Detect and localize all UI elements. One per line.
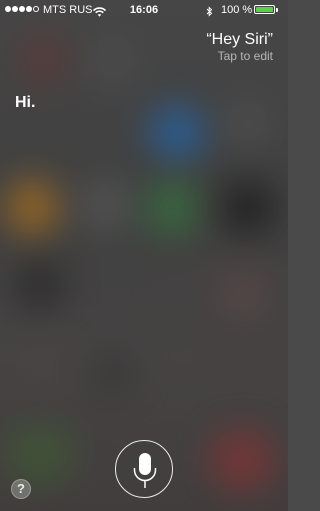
help-button[interactable]: ?	[11, 479, 31, 499]
microphone-icon	[133, 453, 157, 488]
status-bar: MTS RUS 16:06 100 %	[0, 0, 288, 20]
blurred-home-screen-background	[0, 0, 288, 511]
battery-icon	[254, 5, 278, 14]
microphone-button[interactable]	[115, 440, 173, 498]
user-utterance-text[interactable]: “Hey Siri”	[206, 30, 273, 49]
bluetooth-icon	[206, 4, 213, 24]
battery-level-fill	[256, 7, 273, 12]
battery-percent: 100 %	[221, 4, 253, 16]
siri-response: Hi.	[15, 94, 36, 111]
user-utterance-block[interactable]: “Hey Siri” Tap to edit	[206, 30, 273, 64]
tap-to-edit-label: Tap to edit	[217, 49, 273, 63]
